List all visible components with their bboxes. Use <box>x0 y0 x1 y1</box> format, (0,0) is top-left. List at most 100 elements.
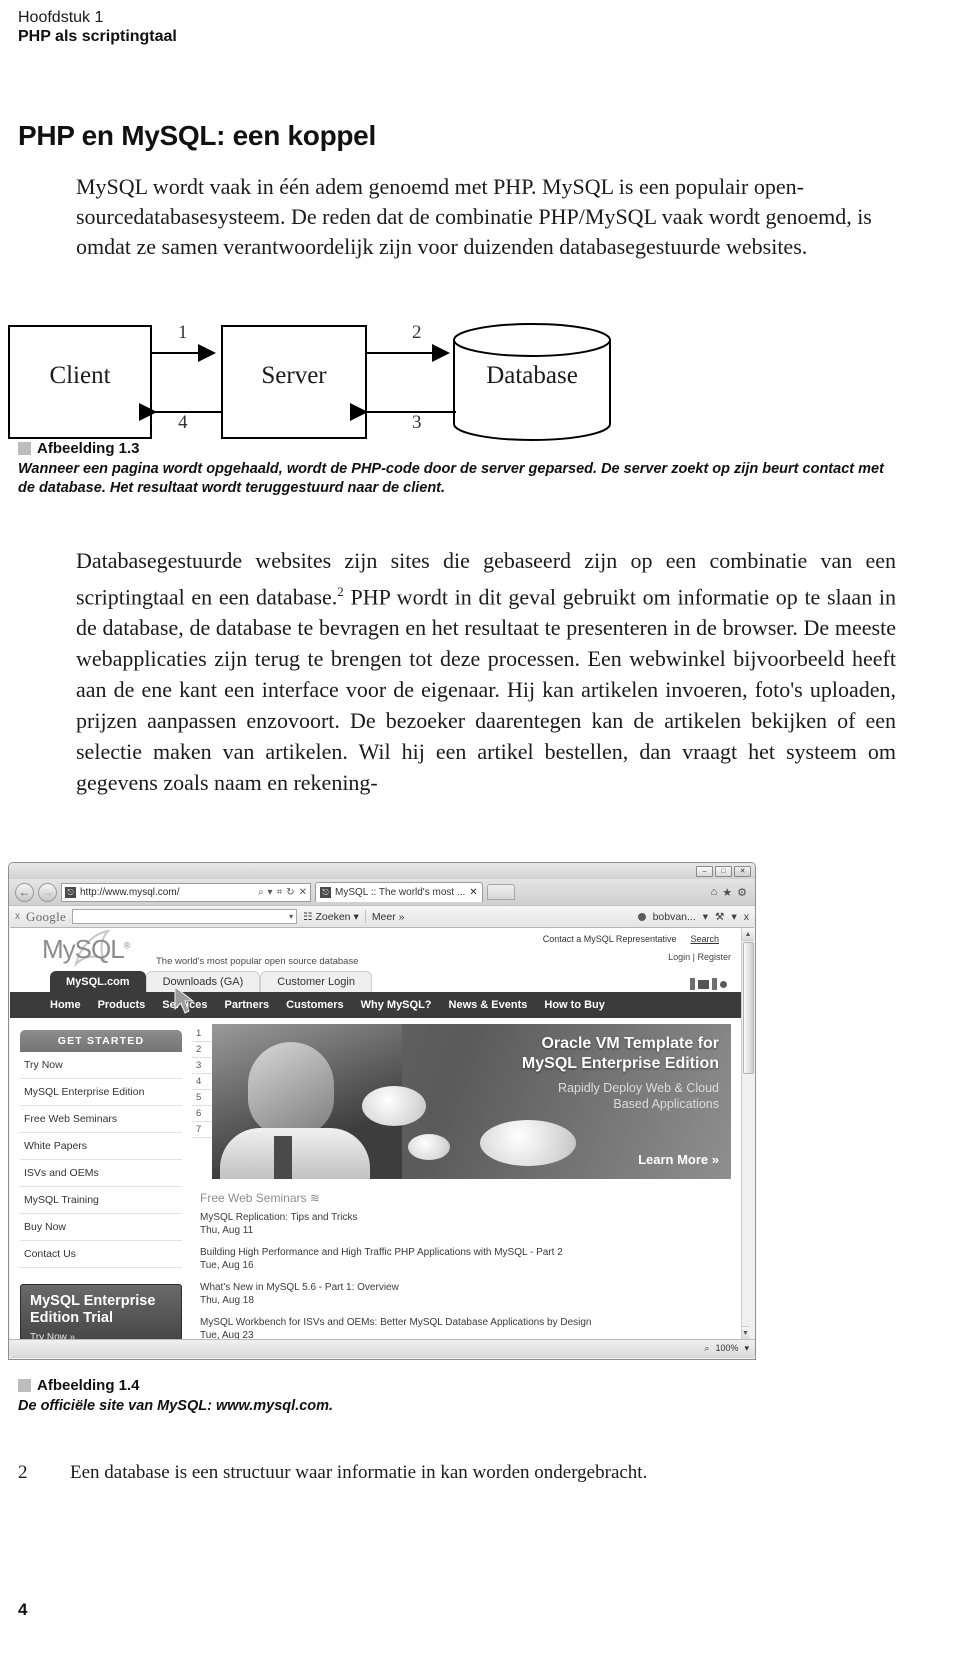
carousel-number[interactable]: 3 <box>192 1058 212 1074</box>
list-item[interactable]: Building High Performance and High Traff… <box>200 1246 729 1272</box>
figure-label: Afbeelding 1.4 <box>37 1377 140 1394</box>
rss-icon[interactable]: ≋ <box>310 1191 320 1205</box>
diagram-node-server: Server <box>261 362 327 389</box>
site-search-link[interactable]: Search <box>690 934 719 944</box>
nav-item-how-to-buy[interactable]: How to Buy <box>544 999 605 1011</box>
hero-learn-more-button[interactable]: Learn More » <box>638 1152 719 1167</box>
nav-item-why-mysql[interactable]: Why MySQL? <box>361 999 432 1011</box>
square-decoration-icon <box>698 979 709 989</box>
news-item-title: MySQL Replication: Tips and Tricks <box>200 1212 358 1223</box>
list-item[interactable]: What's New in MySQL 5.6 - Part 1: Overvi… <box>200 1281 729 1307</box>
nav-item-customers[interactable]: Customers <box>286 999 343 1011</box>
site-header: MySQL® The world's most popular open sou… <box>10 928 741 970</box>
page-number: 4 <box>18 1600 28 1619</box>
chevron-down-icon[interactable]: ▾ <box>289 912 293 921</box>
hero-banner[interactable]: Oracle VM Template for MySQL Enterprise … <box>212 1024 731 1179</box>
list-item[interactable]: MySQL Replication: Tips and Tricks Thu, … <box>200 1211 729 1237</box>
list-item[interactable]: MySQL Workbench for ISVs and OEMs: Bette… <box>200 1316 729 1339</box>
address-bar[interactable]: ⎋ http://www.mysql.com/ ⌕ ▾ ⌗ ↻ ✕ <box>61 882 311 902</box>
google-toolbar-close-icon[interactable]: x <box>744 911 749 923</box>
site-tab-customer-login[interactable]: Customer Login <box>260 971 372 992</box>
promo-cta[interactable]: Try Now » <box>30 1332 172 1339</box>
carousel-number[interactable]: 5 <box>192 1090 212 1106</box>
maximize-button[interactable]: □ <box>715 865 732 877</box>
contact-representative-link[interactable]: Contact a MySQL Representative <box>543 934 677 944</box>
chevron-down-icon[interactable]: ▾ <box>703 911 708 923</box>
google-account-label[interactable]: bobvan... <box>653 911 696 923</box>
nav-item-products[interactable]: Products <box>98 999 146 1011</box>
site-logo[interactable]: MySQL® <box>42 934 130 965</box>
nav-item-partners[interactable]: Partners <box>225 999 270 1011</box>
hero-title-line-2: MySQL Enterprise Edition <box>521 1055 719 1072</box>
caption-marker-icon <box>18 442 31 455</box>
carousel-number[interactable]: 2 <box>192 1042 212 1058</box>
browser-status-bar: ⌕ 100% ▾ <box>9 1339 755 1356</box>
cloud-icon <box>480 1120 576 1166</box>
new-tab-button[interactable] <box>486 884 515 900</box>
google-more-button[interactable]: Meer » <box>372 911 405 923</box>
sidebar-item-isvs-oems[interactable]: ISVs and OEMs <box>20 1160 182 1187</box>
login-register-link[interactable]: Login | Register <box>668 952 731 962</box>
zoom-level[interactable]: 100% <box>715 1343 738 1353</box>
carousel-number[interactable]: 7 <box>192 1122 212 1138</box>
caption-marker-icon <box>18 1379 31 1392</box>
news-section-header: Free Web Seminars ≋ <box>200 1191 729 1205</box>
chevron-down-icon[interactable]: ▾ <box>731 911 736 923</box>
running-head-chapter: Hoofdstuk 1 <box>18 9 104 26</box>
carousel-number[interactable]: 4 <box>192 1074 212 1090</box>
sidebar-item-white-papers[interactable]: White Papers <box>20 1133 182 1160</box>
browser-tab[interactable]: ⎋ MySQL :: The world's most ... ✕ <box>315 882 483 902</box>
sidebar-item-mysql-training[interactable]: MySQL Training <box>20 1187 182 1214</box>
sidebar-item-enterprise-edition[interactable]: MySQL Enterprise Edition <box>20 1079 182 1106</box>
chevron-down-icon[interactable]: ▾ <box>744 1343 749 1354</box>
dot-decoration-icon <box>720 980 727 988</box>
vertical-scrollbar[interactable]: ▲ ▼ <box>741 928 754 1339</box>
news-section: Free Web Seminars ≋ MySQL Replication: T… <box>192 1179 731 1339</box>
running-head: Hoofdstuk 1 PHP als scriptingtaal <box>18 8 177 46</box>
back-icon[interactable]: ← <box>15 882 34 902</box>
running-head-title: PHP als scriptingtaal <box>18 28 177 45</box>
google-search-input[interactable]: ▾ <box>72 909 298 924</box>
zoom-icon[interactable]: ⌕ <box>704 1343 709 1354</box>
nav-item-news-events[interactable]: News & Events <box>449 999 528 1011</box>
refresh-icon[interactable]: ↻ <box>286 887 294 898</box>
google-toolbar-close-label[interactable]: x <box>15 911 20 922</box>
cloud-icon <box>408 1134 450 1160</box>
favorites-star-icon[interactable]: ★ <box>722 886 732 899</box>
footnote-text: Een database is een structuur waar infor… <box>70 1462 648 1483</box>
chevron-down-icon[interactable]: ▾ <box>268 887 273 898</box>
site-tab-downloads[interactable]: Downloads (GA) <box>145 971 261 992</box>
news-item-date: Thu, Aug 11 <box>200 1225 254 1236</box>
stop-icon[interactable]: ✕ <box>299 887 307 898</box>
address-bar-url: http://www.mysql.com/ <box>80 886 180 898</box>
news-header-label: Free Web Seminars <box>200 1191 307 1205</box>
home-icon[interactable]: ⌂ <box>711 886 718 899</box>
search-icon[interactable]: ⌕ <box>258 887 264 898</box>
scroll-up-icon[interactable]: ▲ <box>742 928 754 941</box>
intro-paragraph: MySQL wordt vaak in één adem genoemd met… <box>76 174 872 259</box>
scrollbar-thumb[interactable] <box>743 942 754 1074</box>
gear-icon[interactable]: ⚙ <box>737 886 747 899</box>
minimize-button[interactable]: – <box>696 865 713 877</box>
close-button[interactable]: ✕ <box>734 865 751 877</box>
compatibility-view-icon[interactable]: ⌗ <box>277 887 283 898</box>
hero-title-line-1: Oracle VM Template for <box>541 1035 719 1052</box>
footnote: 2 Een database is een structuur waar inf… <box>18 1460 898 1486</box>
sidebar-item-try-now[interactable]: Try Now <box>20 1052 182 1079</box>
google-logo: Google <box>26 908 67 924</box>
scroll-down-icon[interactable]: ▼ <box>742 1326 749 1339</box>
site-tab-mysql-com[interactable]: MySQL.com <box>50 971 146 992</box>
carousel-number[interactable]: 1 <box>192 1026 212 1042</box>
carousel-number[interactable]: 6 <box>192 1106 212 1122</box>
sidebar-item-buy-now[interactable]: Buy Now <box>20 1214 182 1241</box>
sidebar-item-contact-us[interactable]: Contact Us <box>20 1241 182 1268</box>
figure-caption-1-4: Afbeelding 1.4 De officiële site van MyS… <box>18 1377 618 1416</box>
tab-close-icon[interactable]: ✕ <box>469 887 477 898</box>
nav-item-home[interactable]: Home <box>50 999 81 1011</box>
google-search-button[interactable]: ☷ Zoeken ▾ <box>303 911 359 923</box>
chevron-down-icon[interactable]: ▾ <box>354 911 359 923</box>
wrench-icon[interactable]: ⚒ <box>715 911 724 923</box>
sidebar-promo-banner[interactable]: MySQL Enterprise Edition Trial Try Now » <box>20 1284 182 1339</box>
sidebar-item-free-web-seminars[interactable]: Free Web Seminars <box>20 1106 182 1133</box>
forward-icon[interactable]: → <box>38 882 57 902</box>
